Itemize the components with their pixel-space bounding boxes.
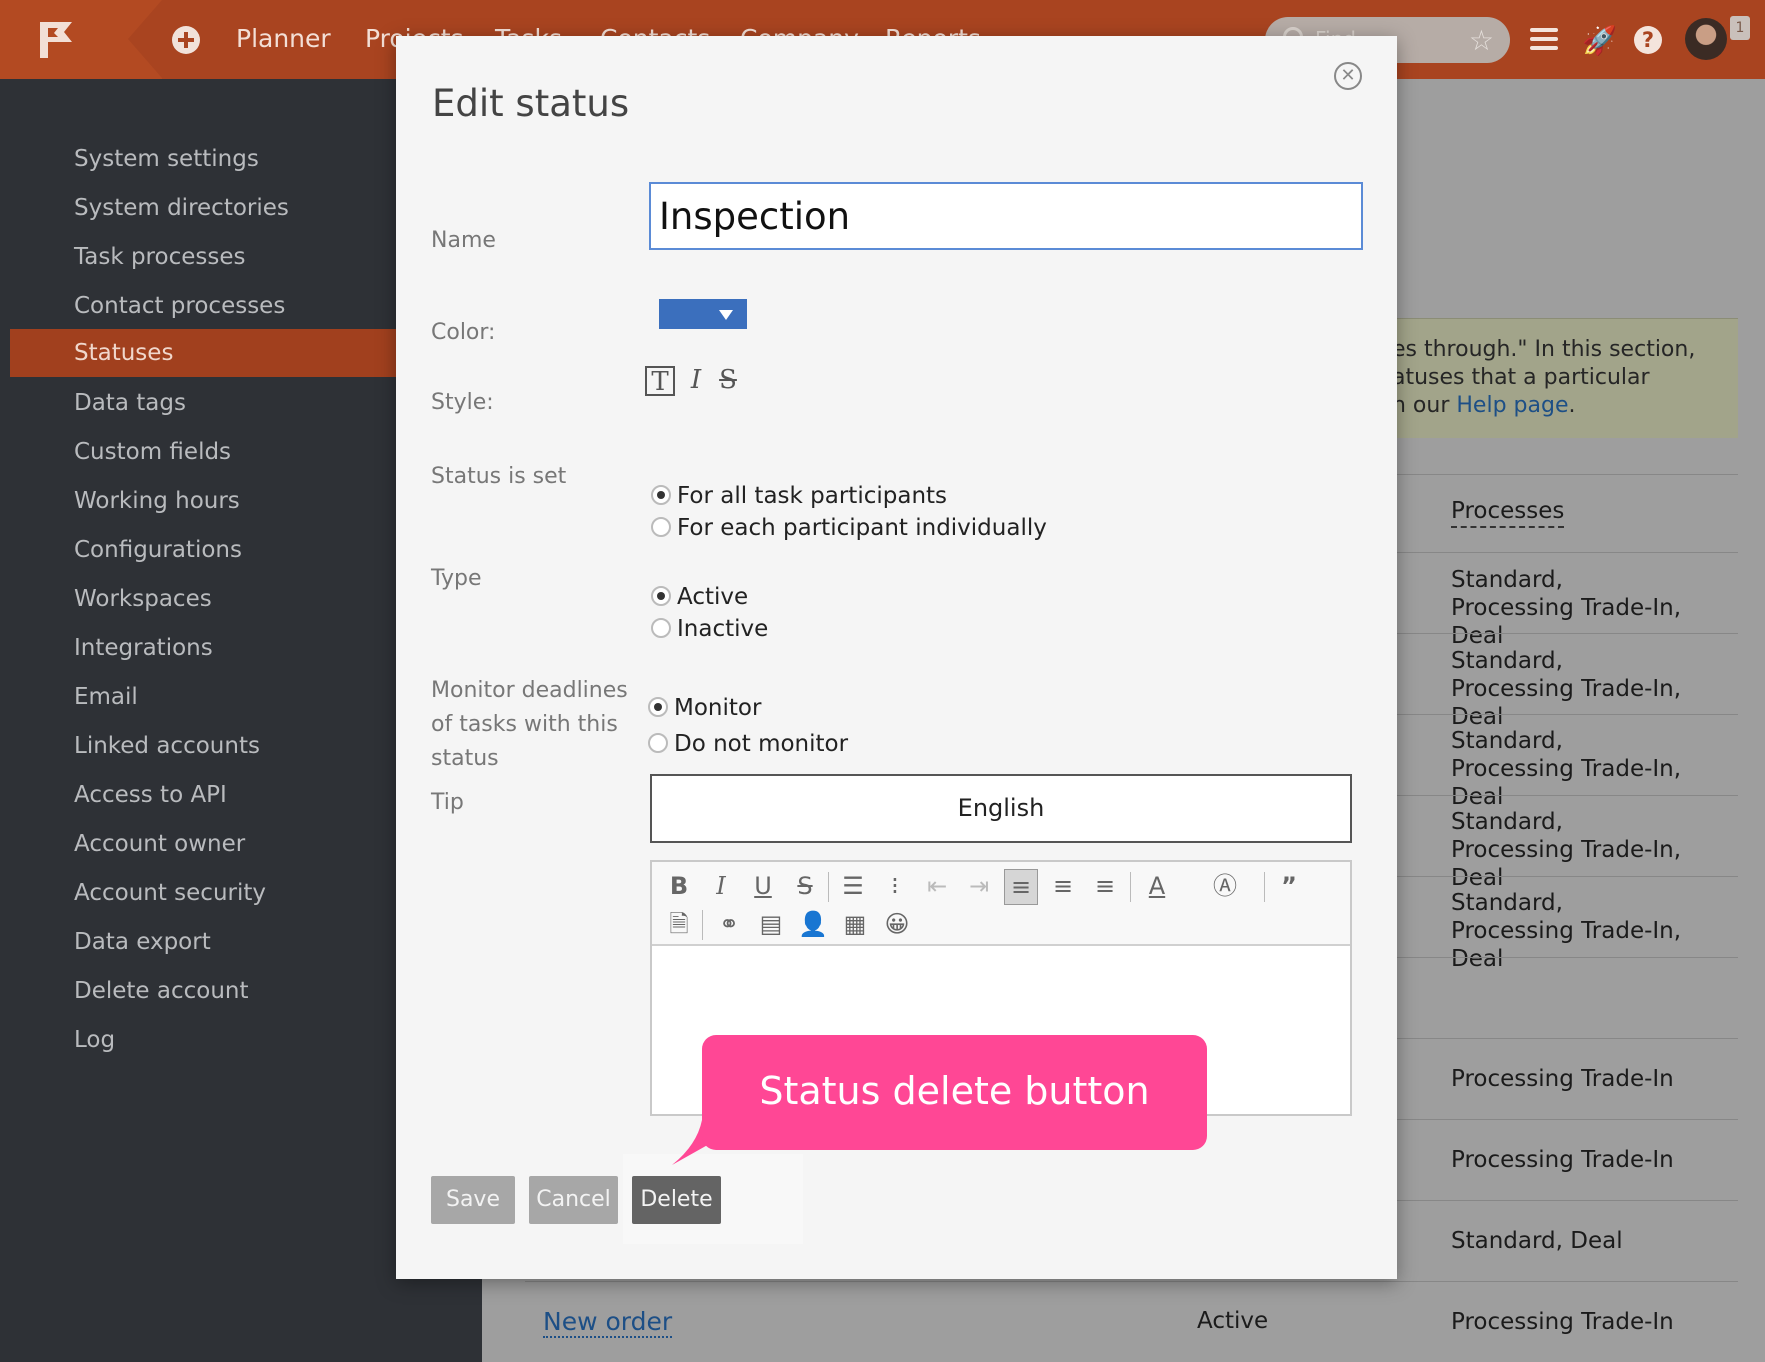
- insert-user-icon[interactable]: 👤: [796, 907, 830, 941]
- radio-checked[interactable]: [651, 485, 671, 505]
- radio-unchecked[interactable]: [651, 517, 671, 537]
- color-picker[interactable]: [659, 299, 747, 329]
- radio-all-participants[interactable]: For all task participants: [651, 483, 947, 509]
- star-icon[interactable]: ☆: [1469, 24, 1494, 57]
- radio-monitor[interactable]: Monitor: [648, 695, 761, 721]
- table-divider: [525, 1281, 1738, 1282]
- info-text-line-3: n our Help page.: [1392, 393, 1576, 418]
- bold-icon[interactable]: B: [662, 869, 696, 903]
- toolbar-divider: [702, 910, 703, 940]
- table-cell-processes: Standard, Processing Trade-In, Deal: [1451, 728, 1682, 810]
- radio-checked[interactable]: [651, 586, 671, 606]
- monitor-label-line-3: status: [431, 746, 499, 771]
- table-cell-processes: Standard, Processing Trade-In, Deal: [1451, 809, 1682, 891]
- editor-toolbar: B I U S ☰ ⁝ ⇤ ⇥ ≡ ≡ ≡ A Ⓐ ” 🗎 ⚭ ▤ 👤 ▦ 😀: [652, 862, 1350, 946]
- align-center-icon[interactable]: ≡: [1046, 869, 1080, 903]
- insert-template-icon[interactable]: 🗎: [662, 907, 696, 941]
- strikethrough-icon[interactable]: S: [788, 869, 822, 903]
- align-right-icon[interactable]: ≡: [1088, 869, 1122, 903]
- logo-arrow: [128, 0, 162, 78]
- radio-each-participant[interactable]: For each participant individually: [651, 515, 1047, 541]
- table-cell-processes: Standard, Deal: [1451, 1228, 1623, 1254]
- help-page-link[interactable]: Help page: [1456, 393, 1568, 418]
- text-style-normal-icon[interactable]: T: [645, 366, 675, 396]
- language-tab[interactable]: English: [650, 774, 1352, 843]
- table-cell-processes: Standard, Processing Trade-In, Deal: [1451, 648, 1682, 730]
- avatar[interactable]: [1685, 18, 1727, 60]
- cancel-button[interactable]: Cancel: [529, 1176, 618, 1224]
- insert-block-icon[interactable]: ▤: [754, 907, 788, 941]
- radio-label: Active: [677, 584, 749, 610]
- toolbar-divider: [1130, 872, 1131, 902]
- column-header-processes[interactable]: Processes: [1451, 498, 1565, 528]
- nav-planner[interactable]: Planner: [236, 24, 331, 53]
- table-cell-processes: Processing Trade-In: [1451, 1147, 1674, 1173]
- annotation-callout: Status delete button: [702, 1035, 1207, 1150]
- chevron-down-icon: [719, 310, 733, 320]
- link-icon[interactable]: ⚭: [712, 907, 746, 941]
- style-label: Style:: [431, 390, 494, 415]
- bulleted-list-icon[interactable]: ⁝: [878, 869, 912, 903]
- underline-icon[interactable]: U: [746, 869, 780, 903]
- save-button[interactable]: Save: [431, 1176, 515, 1224]
- table-cell-type: Active: [1197, 1308, 1269, 1334]
- toolbar-divider: [1264, 872, 1265, 902]
- table-cell-processes: Processing Trade-In: [1451, 1309, 1674, 1335]
- delete-button[interactable]: Delete: [632, 1176, 721, 1224]
- status-is-set-label: Status is set: [431, 464, 567, 489]
- flag-logo-icon: [40, 22, 72, 58]
- table-cell-processes: Processing Trade-In: [1451, 1066, 1674, 1092]
- help-icon[interactable]: ?: [1634, 26, 1662, 54]
- italic-icon[interactable]: I: [704, 869, 738, 903]
- background-color-icon[interactable]: Ⓐ: [1208, 869, 1242, 903]
- notification-badge: 1: [1730, 16, 1750, 40]
- status-name-input[interactable]: [649, 182, 1363, 250]
- radio-checked[interactable]: [648, 697, 668, 717]
- info-text-suffix: .: [1568, 393, 1576, 418]
- type-label: Type: [431, 566, 482, 591]
- monitor-label-line-1: Monitor deadlines: [431, 678, 628, 703]
- insert-table-icon[interactable]: ▦: [838, 907, 872, 941]
- radio-type-inactive[interactable]: Inactive: [651, 616, 768, 642]
- radio-label: Monitor: [674, 695, 762, 721]
- info-text-line-2: atuses that a particular: [1392, 365, 1650, 390]
- toolbar-divider: [828, 872, 829, 902]
- radio-label: Do not monitor: [674, 731, 849, 757]
- dialog-title: Edit status: [432, 82, 630, 125]
- indent-icon[interactable]: ⇥: [962, 869, 996, 903]
- radio-type-active[interactable]: Active: [651, 584, 748, 610]
- add-plus-icon[interactable]: [172, 26, 200, 54]
- radio-unchecked[interactable]: [648, 733, 668, 753]
- tip-label: Tip: [431, 790, 464, 815]
- emoji-icon[interactable]: 😀: [880, 907, 914, 941]
- menu-icon[interactable]: [1530, 28, 1558, 50]
- quote-icon[interactable]: ”: [1272, 869, 1306, 903]
- monitor-label-line-2: of tasks with this: [431, 712, 618, 737]
- outdent-icon[interactable]: ⇤: [920, 869, 954, 903]
- align-left-icon[interactable]: ≡: [1004, 869, 1038, 905]
- text-color-icon[interactable]: A: [1140, 869, 1174, 903]
- table-cell-processes: Standard, Processing Trade-In, Deal: [1451, 567, 1682, 649]
- radio-label: For each participant individually: [677, 515, 1047, 541]
- text-style-italic-icon[interactable]: I: [683, 366, 709, 396]
- radio-label: Inactive: [677, 616, 769, 642]
- app-logo[interactable]: [0, 0, 128, 79]
- table-cell-processes: Standard, Processing Trade-In, Deal: [1451, 890, 1682, 972]
- rocket-icon[interactable]: 🚀: [1582, 24, 1617, 57]
- radio-unchecked[interactable]: [651, 618, 671, 638]
- numbered-list-icon[interactable]: ☰: [836, 869, 870, 903]
- name-label: Name: [431, 228, 496, 253]
- radio-do-not-monitor[interactable]: Do not monitor: [648, 731, 848, 757]
- text-style-strikethrough-icon[interactable]: S: [713, 366, 743, 396]
- info-text-prefix: n our: [1392, 393, 1457, 418]
- close-icon[interactable]: ✕: [1334, 62, 1362, 90]
- radio-label: For all task participants: [677, 483, 948, 509]
- color-label: Color:: [431, 320, 496, 345]
- info-text-line-1: es through." In this section,: [1392, 337, 1696, 362]
- status-link-new-order[interactable]: New order: [543, 1307, 673, 1338]
